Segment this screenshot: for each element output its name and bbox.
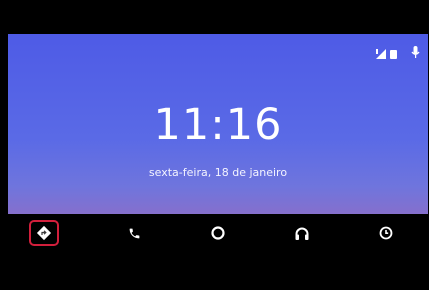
nav-item-exit[interactable] — [344, 214, 428, 252]
navigation-icon — [36, 225, 52, 241]
power-clock-icon — [379, 226, 393, 240]
home-circle-icon — [211, 226, 225, 240]
status-connectivity — [376, 44, 397, 63]
bottom-nav-bar — [8, 214, 428, 252]
nav-item-home[interactable] — [176, 214, 260, 252]
battery-icon — [390, 44, 397, 63]
clock-time: 11:16 — [153, 100, 283, 150]
status-bar — [376, 44, 420, 62]
nav-item-phone[interactable] — [92, 214, 176, 252]
nav-item-music[interactable] — [260, 214, 344, 252]
nav-item-navigation[interactable] — [8, 214, 92, 252]
headphones-icon — [295, 227, 309, 240]
microphone-icon[interactable] — [411, 44, 420, 63]
car-display-frame: 11:16 sexta-feira, 18 de janeiro — [0, 0, 429, 290]
android-auto-screen: 11:16 sexta-feira, 18 de janeiro — [8, 34, 428, 252]
nav-selected-highlight — [29, 220, 59, 246]
signal-icon — [376, 44, 387, 63]
clock-date: sexta-feira, 18 de janeiro — [148, 166, 288, 179]
phone-icon — [128, 227, 141, 240]
